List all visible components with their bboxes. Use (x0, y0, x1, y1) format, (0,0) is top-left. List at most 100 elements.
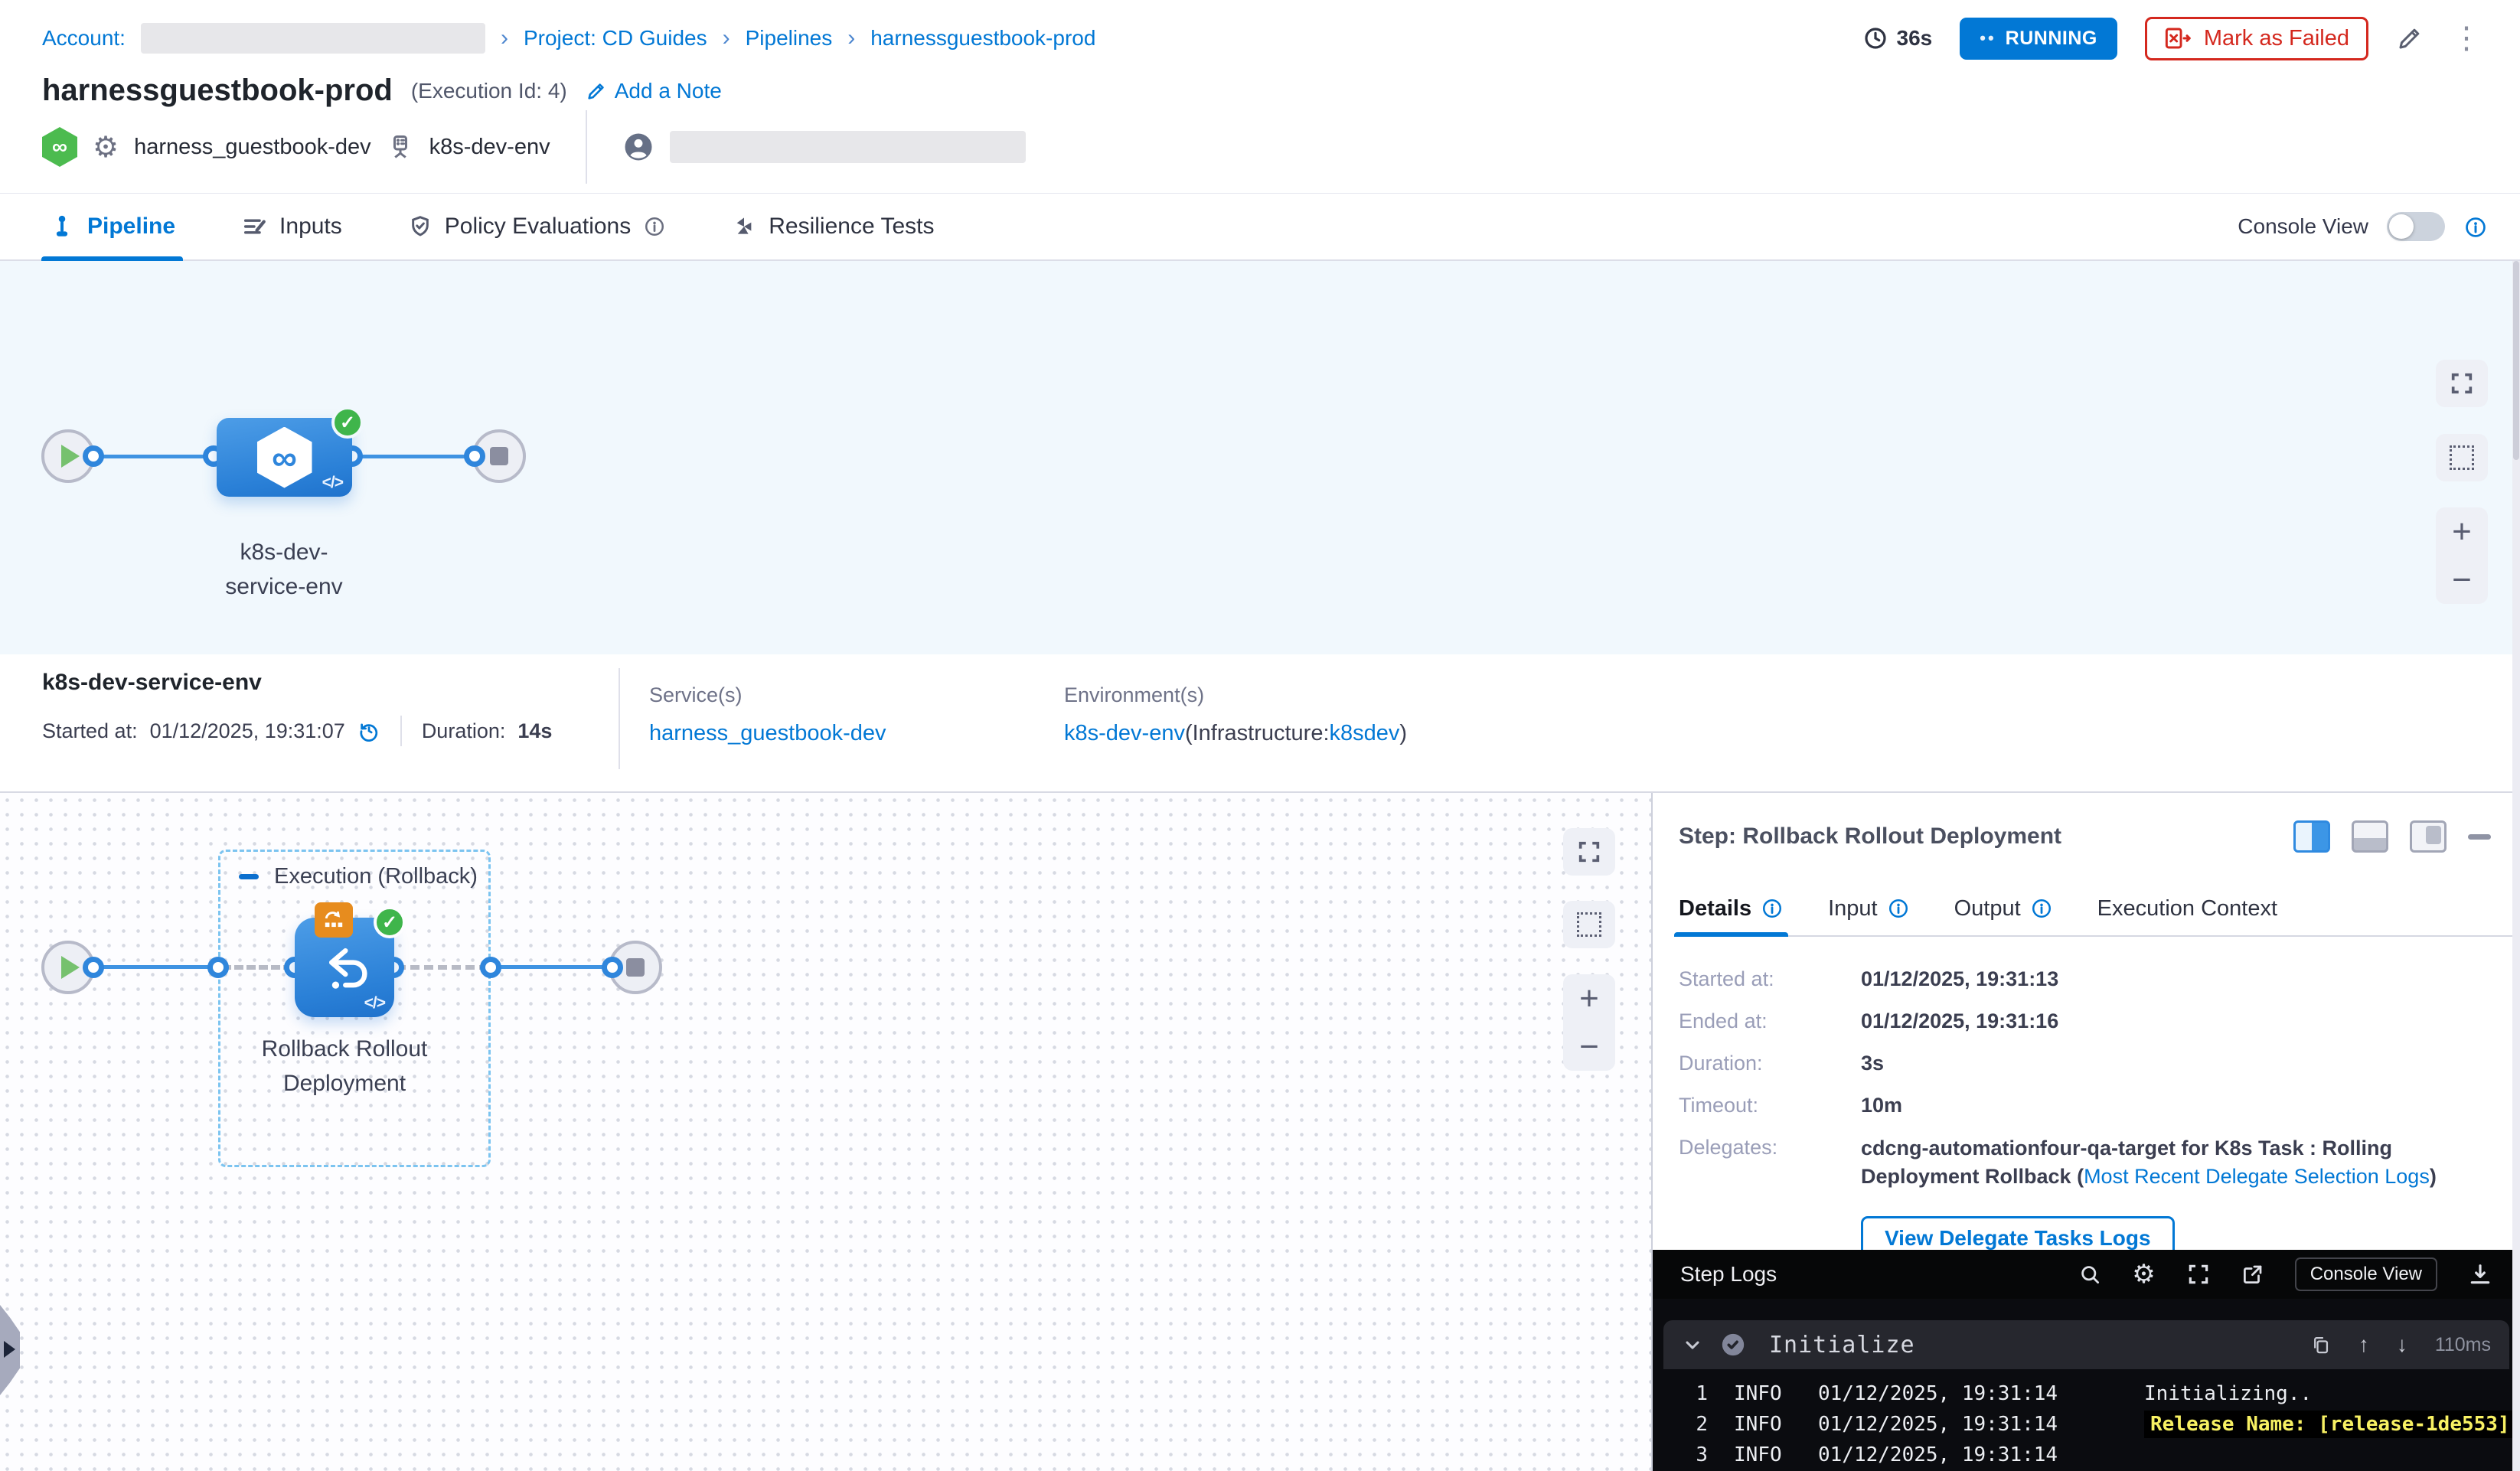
page-scrollbar[interactable] (2512, 261, 2520, 1471)
stage-times: Started at: 01/12/2025, 19:31:07 Duratio… (42, 716, 552, 746)
infrastructure-suffix: ) (1399, 721, 1407, 745)
breadcrumb: Account: › Project: CD Guides › Pipeline… (42, 17, 2482, 60)
expand-logs-icon[interactable] (2186, 1262, 2211, 1287)
download-logs-icon[interactable] (2468, 1262, 2492, 1287)
shield-check-icon (408, 214, 433, 239)
add-note-label: Add a Note (615, 79, 722, 103)
status-badge[interactable]: •• RUNNING (1960, 18, 2117, 60)
tab-pipeline-label: Pipeline (87, 214, 175, 240)
infrastructure-link[interactable]: k8sdev (1330, 721, 1400, 745)
divider (400, 716, 402, 746)
breadcrumb-current[interactable]: harnessguestbook-prod (870, 26, 1095, 51)
tab-details[interactable]: Details (1679, 882, 1784, 935)
breadcrumb-account[interactable]: Account: (42, 26, 126, 51)
clock-icon (1863, 26, 1888, 51)
layout-floating-panel-icon[interactable] (2410, 820, 2447, 853)
mark-failed-label: Mark as Failed (2204, 26, 2349, 51)
running-dots-icon: •• (1980, 28, 1996, 48)
scrollbar-thumb[interactable] (2513, 261, 2519, 460)
expand-arrow-icon (4, 1341, 15, 1358)
log-line: 1 INFO 01/12/2025, 19:31:14 Initializing… (1680, 1378, 2506, 1409)
log-group-actions: ↑ ↓ 110ms (2310, 1332, 2491, 1357)
stage-node-k8s-dev-service-env[interactable]: ∞ ✓ </> (217, 418, 352, 497)
duration-value: 14s (517, 719, 552, 743)
layout-bottom-panel-icon[interactable] (2352, 820, 2388, 853)
step-node-rollback-rollout-deployment[interactable]: ✓ </> (295, 918, 394, 1017)
step-panel-header: Step: Rollback Rollout Deployment (1679, 820, 2491, 853)
step-logs-panel: Step Logs ⚙ Console View Initialize (1653, 1250, 2520, 1471)
canvas-fullscreen-button[interactable] (2436, 360, 2488, 407)
user-avatar-icon (622, 131, 654, 163)
step-node-label: Rollback Rollout Deployment (218, 1032, 471, 1101)
play-icon (61, 445, 80, 468)
tab-output[interactable]: Output (1954, 882, 2053, 935)
delegates-value: cdcng-automationfour-qa-target for K8s T… (1861, 1134, 2488, 1191)
stage-execution-canvas[interactable]: Execution (Rollback) ✓ </> Rollback R (0, 793, 1651, 1471)
tab-execution-context[interactable]: Execution Context (2097, 882, 2277, 935)
inputs-icon (241, 214, 267, 240)
delegate-selection-logs-link[interactable]: Most Recent Delegate Selection Logs (2084, 1165, 2430, 1188)
stage-details-strip: k8s-dev-service-env Started at: 01/12/20… (0, 654, 2520, 793)
service-link[interactable]: harness_guestbook-dev (649, 721, 886, 745)
add-note-button[interactable]: Add a Note (586, 79, 722, 103)
history-replay-icon[interactable] (357, 719, 380, 742)
code-icon: </> (322, 474, 343, 492)
elapsed-time: 36s (1863, 26, 1933, 51)
canvas-zoom-controls: + − (1563, 974, 1615, 1071)
info-icon[interactable] (1761, 897, 1784, 920)
panel-layout-controls (2293, 820, 2491, 853)
canvas-zoom-controls: + − (2436, 507, 2488, 604)
redacted-account-name (141, 23, 485, 54)
chevron-right-icon: › (501, 25, 508, 51)
info-icon[interactable] (643, 215, 666, 238)
scroll-up-icon[interactable]: ↑ (2358, 1332, 2369, 1357)
zoom-in-button[interactable]: + (2436, 507, 2488, 556)
info-icon[interactable] (1887, 897, 1910, 920)
breadcrumb-pipelines[interactable]: Pipelines (746, 26, 833, 51)
minimize-panel-button[interactable] (2468, 834, 2491, 840)
canvas-select-button[interactable] (1563, 901, 1615, 948)
divider (586, 110, 587, 184)
info-icon[interactable] (2463, 215, 2486, 238)
tab-resilience-tests[interactable]: Resilience Tests (732, 194, 934, 259)
log-group-initialize[interactable]: Initialize ↑ ↓ 110ms (1663, 1320, 2509, 1369)
copy-icon[interactable] (2310, 1335, 2331, 1355)
layout-right-panel-icon[interactable] (2293, 820, 2330, 853)
divider (619, 668, 620, 769)
environments-column: Environment(s) k8s-dev-env(Infrastructur… (1064, 683, 1407, 746)
console-view-toggle[interactable] (2387, 212, 2445, 241)
tab-inputs[interactable]: Inputs (241, 194, 342, 259)
zoom-out-button[interactable]: − (2436, 556, 2488, 604)
rollout-badge-icon (315, 902, 353, 938)
environment-link[interactable]: k8s-dev-env (1064, 721, 1185, 745)
zoom-out-button[interactable]: − (1563, 1023, 1615, 1071)
connector-port (83, 957, 104, 978)
step-panel-title: Step: Rollback Rollout Deployment (1679, 824, 2061, 850)
breadcrumb-project[interactable]: Project: CD Guides (524, 26, 707, 51)
connector-port (207, 957, 229, 978)
mark-as-failed-button[interactable]: Mark as Failed (2145, 17, 2368, 60)
settings-gear-icon[interactable]: ⚙ (2132, 1259, 2155, 1290)
zoom-in-button[interactable]: + (1563, 974, 1615, 1023)
canvas-fullscreen-button[interactable] (1563, 828, 1615, 876)
step-logs-title: Step Logs (1680, 1262, 1777, 1287)
pipeline-canvas[interactable]: ∞ ✓ </> k8s-dev- service-env + − (0, 261, 2520, 654)
log-lines: 1 INFO 01/12/2025, 19:31:14 Initializing… (1663, 1369, 2509, 1470)
service-gear-icon: ⚙ (93, 130, 119, 165)
more-options-button[interactable]: ⋮ (2451, 27, 2482, 50)
group-collapse-control[interactable]: Execution (Rollback) (239, 864, 478, 889)
log-line: 3 INFO 01/12/2025, 19:31:14 (1680, 1440, 2506, 1470)
tab-pipeline[interactable]: Pipeline (49, 194, 175, 259)
scroll-down-icon[interactable]: ↓ (2397, 1332, 2407, 1357)
edit-pipeline-button[interactable] (2396, 24, 2424, 52)
info-icon[interactable] (2030, 897, 2053, 920)
log-line: 2 INFO 01/12/2025, 19:31:14 Release Name… (1680, 1409, 2506, 1440)
expand-left-panel-handle[interactable] (0, 1305, 20, 1395)
tab-policy-evaluations[interactable]: Policy Evaluations (408, 194, 666, 259)
cd-module-icon: ∞ (42, 127, 77, 167)
tab-input[interactable]: Input (1828, 882, 1910, 935)
console-view-button[interactable]: Console View (2295, 1257, 2437, 1291)
canvas-select-button[interactable] (2436, 434, 2488, 481)
open-external-icon[interactable] (2241, 1263, 2264, 1286)
search-icon[interactable] (2078, 1263, 2101, 1286)
